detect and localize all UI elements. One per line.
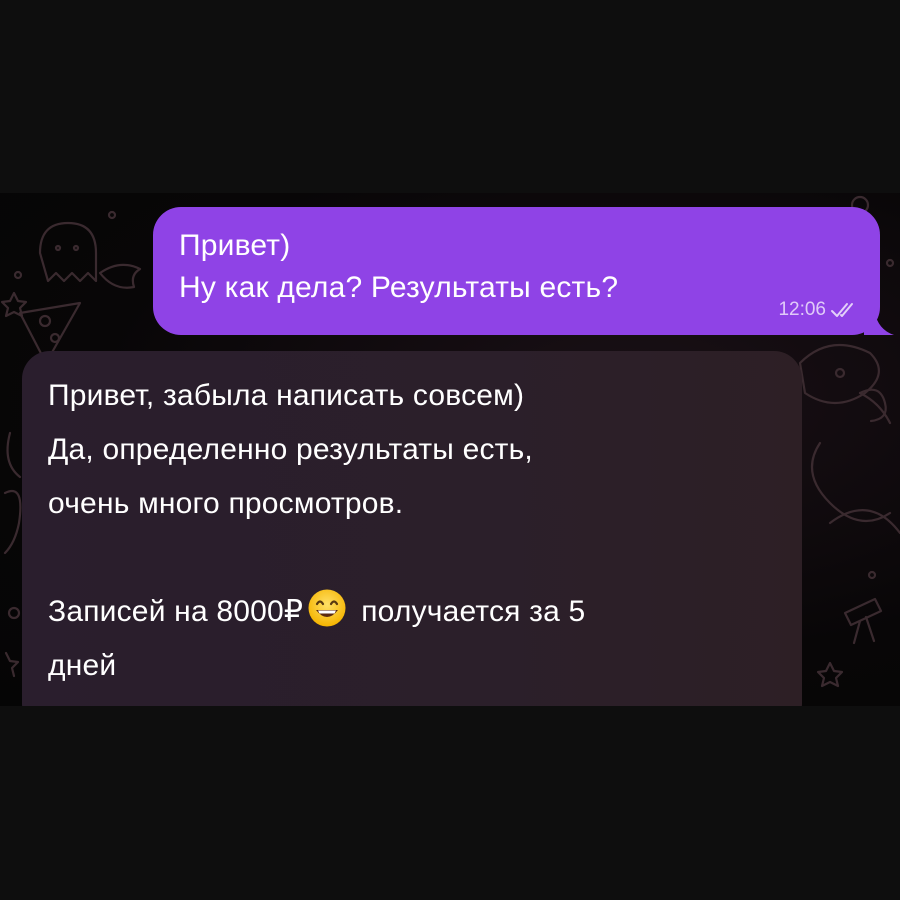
grinning-face-with-smiling-eyes-icon [308,589,346,627]
incoming-message-line-4: Записей на 8000₽ получается за 5 [48,585,774,639]
message-time: 12:06 [778,299,826,320]
double-check-icon [831,303,853,317]
incoming-message-blank-line [48,531,774,585]
screenshot-frame: Привет) Ну как дела? Результаты есть? 12… [0,0,900,900]
incoming-message-line-2: Да, определенно результаты есть, [48,433,533,466]
incoming-message-line-4-text-after: получается за 5 [361,595,586,628]
incoming-message-line-5: дней [48,649,117,682]
bubble-tail [864,307,894,335]
outgoing-message-line-1: Привет) [179,229,291,262]
incoming-message-line-3: очень много просмотров. [48,487,404,520]
incoming-message-line-1: Привет, забыла написать совсем) [48,379,525,412]
incoming-message-line-4-text: Записей на 8000₽ [48,595,304,628]
chat-area[interactable]: Привет) Ну как дела? Результаты есть? 12… [0,193,900,706]
incoming-message-bubble[interactable]: Привет, забыла написать совсем) Да, опре… [22,351,802,706]
outgoing-message-bubble[interactable]: Привет) Ну как дела? Результаты есть? 12… [153,207,894,335]
outgoing-message-line-2: Ну как дела? Результаты есть? [179,271,619,304]
message-meta: 12:06 [778,299,858,321]
